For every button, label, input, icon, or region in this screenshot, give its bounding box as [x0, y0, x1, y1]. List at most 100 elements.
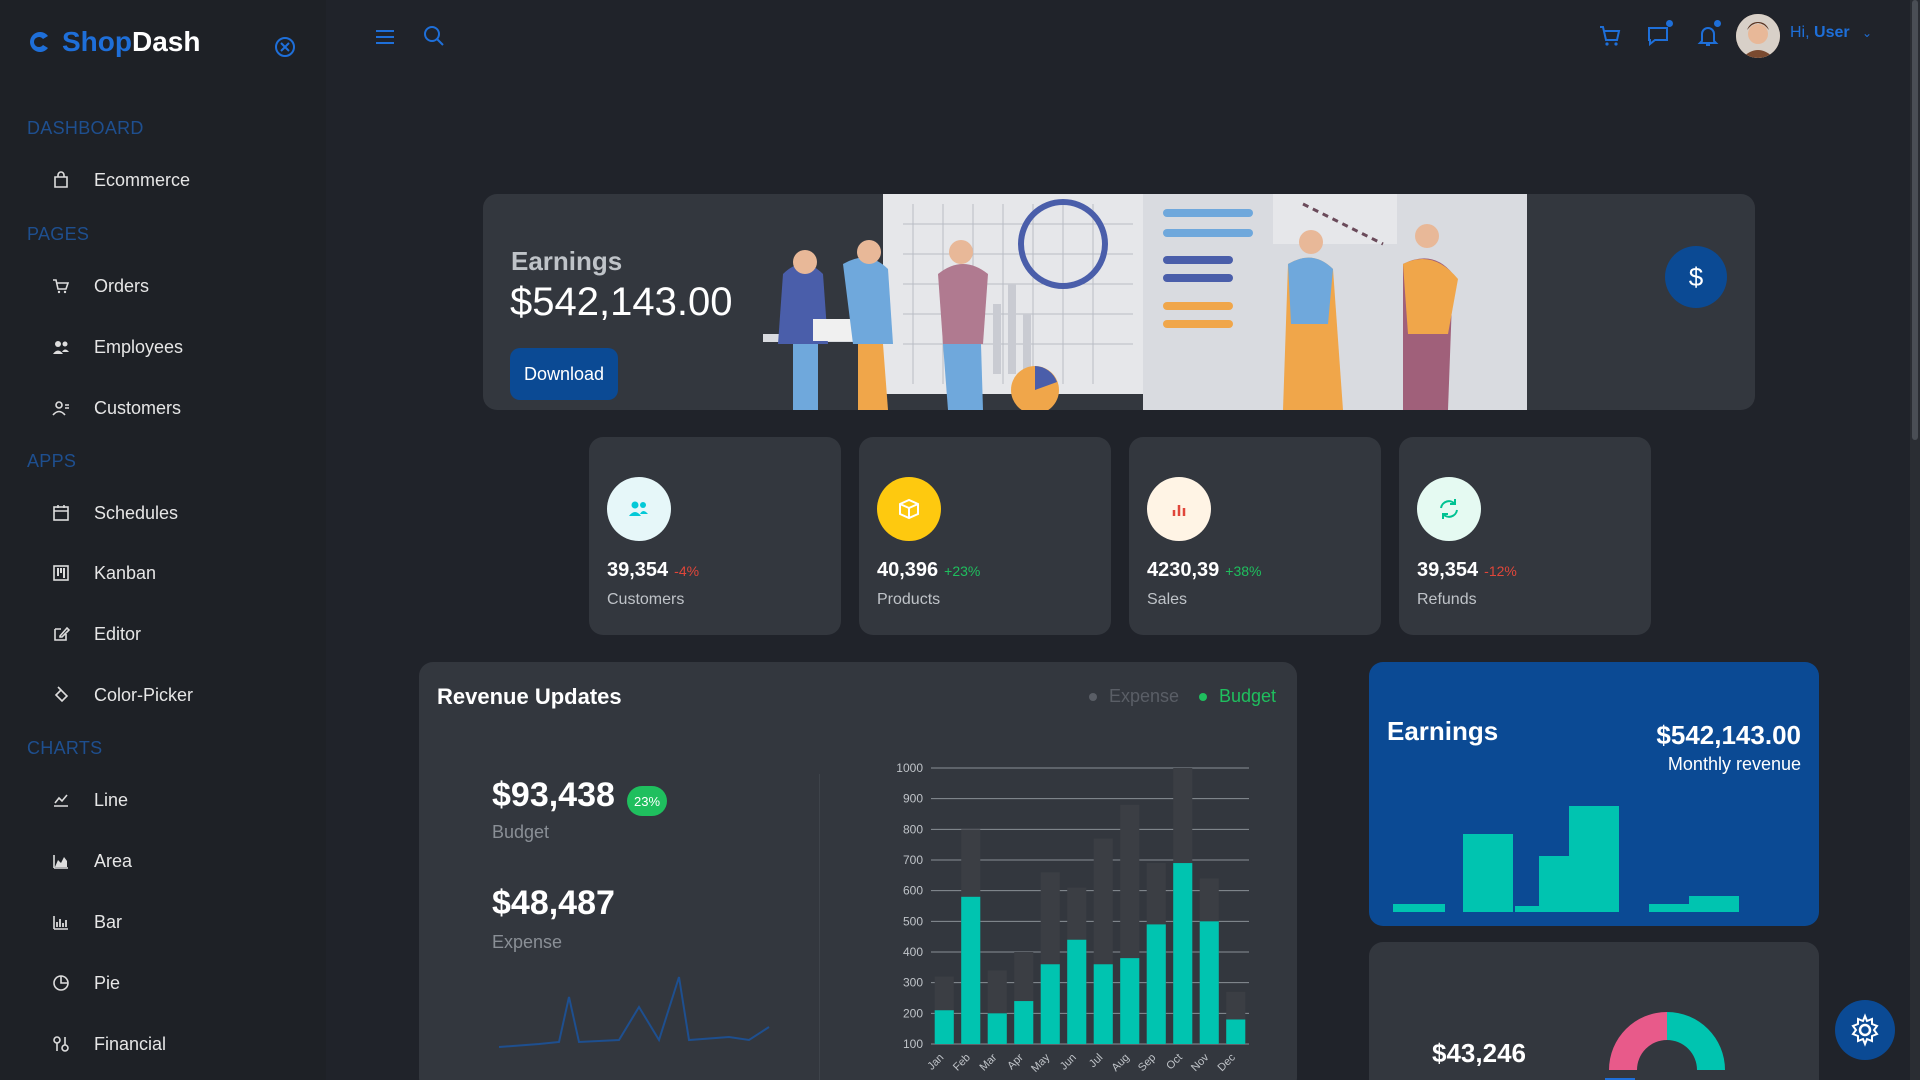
sidebar-item-label: Ecommerce [94, 169, 191, 190]
stat-number: 39,354 [1417, 559, 1479, 581]
x-tick-label: Jun [1058, 1052, 1079, 1073]
y-tick-label: 800 [903, 822, 923, 836]
earnings-card: Earnings $542,143.00 Monthly revenue [1369, 662, 1819, 926]
sidebar-item-ecommerce[interactable]: Ecommerce [52, 160, 190, 200]
people-icon [52, 338, 70, 356]
budget-dot [1199, 692, 1207, 701]
x-tick-label: Oct [1164, 1052, 1185, 1073]
sidebar-item-pie[interactable]: Pie [52, 963, 120, 1003]
earnings-banner: Earnings $542,143.00 Download $ [483, 194, 1755, 410]
scrollbar-thumb[interactable] [1912, 0, 1918, 440]
user-name: User [1814, 24, 1850, 41]
dollar-button[interactable]: $ [1665, 246, 1727, 308]
financial-icon [52, 1035, 70, 1053]
sidebar-item-label: Employees [94, 336, 184, 357]
bar-budget[interactable] [1120, 958, 1140, 1044]
shopping-bag-icon [52, 171, 70, 189]
color-bucket-icon [52, 686, 70, 704]
stat-change: +23% [944, 563, 981, 579]
sidebar-item-kanban[interactable]: Kanban [52, 553, 156, 593]
download-button[interactable]: Download [510, 348, 618, 400]
sidebar-item-line[interactable]: Line [52, 780, 128, 820]
greeting-prefix: Hi, [1790, 24, 1810, 41]
bar-chart-icon[interactable] [1147, 477, 1211, 541]
avatar[interactable] [1736, 14, 1780, 58]
sidebar-item-financial[interactable]: Financial [52, 1024, 166, 1064]
legend-expense[interactable]: Expense [1089, 686, 1179, 707]
sidebar-item-customers[interactable]: Customers [52, 388, 181, 428]
bar-budget[interactable] [1226, 1019, 1246, 1044]
stat-change: -4% [674, 563, 700, 579]
sidebar-item-orders[interactable]: Orders [52, 266, 149, 306]
bar-budget[interactable] [1040, 964, 1060, 1044]
expense-dot [1089, 692, 1097, 701]
sidebar-item-label: Pie [94, 972, 121, 993]
user-avatar-icon [1736, 14, 1780, 58]
bar-budget[interactable] [1173, 863, 1193, 1044]
bar-budget[interactable] [1146, 924, 1166, 1044]
stat-value: 40,396 +23% [877, 559, 980, 582]
pie-chart-icon [52, 974, 70, 992]
stat-label: Sales [1147, 591, 1188, 608]
x-tick-label: Apr [1005, 1051, 1026, 1072]
x-tick-label: Mar [977, 1051, 999, 1073]
stat-card-products: 40,396 +23% Products [859, 437, 1111, 635]
bar-budget[interactable] [1199, 921, 1219, 1044]
team-illustration [763, 194, 1527, 410]
pie-card: $43,246 [1369, 942, 1819, 1080]
app-logo[interactable]: ShopDash [26, 26, 200, 58]
legend-budget[interactable]: Budget [1199, 686, 1276, 707]
settings-button[interactable] [1835, 1000, 1895, 1060]
box-icon[interactable] [877, 477, 941, 541]
brand-dash: Dash [132, 26, 201, 57]
x-tick-label: Feb [951, 1052, 973, 1074]
search-icon[interactable] [423, 25, 445, 47]
stat-value: 39,354 -4% [607, 559, 699, 582]
sidebar-item-area[interactable]: Area [52, 841, 132, 881]
sidebar-item-label: Bar [94, 911, 123, 932]
sidebar-item-label: Area [94, 850, 133, 871]
close-sidebar-icon[interactable] [274, 36, 296, 58]
sidebar-item-employees[interactable]: Employees [52, 327, 183, 367]
bar-budget[interactable] [961, 896, 981, 1044]
earnings-card-title: Earnings [1387, 716, 1499, 746]
stat-number: 39,354 [607, 559, 669, 581]
bar-budget[interactable] [934, 1010, 954, 1044]
y-tick-label: 700 [903, 853, 923, 867]
sidebar-item-label: Schedules [94, 502, 179, 523]
people-icon[interactable] [607, 477, 671, 541]
y-tick-label: 500 [903, 914, 923, 928]
x-tick-label: Aug [1110, 1052, 1132, 1074]
chat-icon[interactable] [1646, 24, 1670, 48]
y-tick-label: 200 [903, 1006, 923, 1020]
stat-change: +38% [1225, 563, 1262, 579]
bar-budget[interactable] [1014, 1001, 1034, 1044]
chat-notification-dot [1666, 20, 1673, 27]
bar-budget[interactable] [1067, 939, 1087, 1044]
stat-label: Products [877, 591, 941, 608]
stat-number: 40,396 [877, 559, 939, 581]
sidebar-item-schedules[interactable]: Schedules [52, 493, 178, 533]
user-menu[interactable]: Hi, User ⌄ [1790, 24, 1872, 42]
y-tick-label: 400 [903, 945, 923, 959]
sidebar-item-color-picker[interactable]: Color-Picker [52, 675, 193, 715]
x-tick-label: Nov [1189, 1051, 1212, 1074]
area-chart-icon [52, 852, 70, 870]
kanban-icon [52, 564, 70, 582]
y-tick-label: 900 [903, 792, 923, 806]
budget-value: $93,438 [492, 776, 615, 814]
sparkline [499, 976, 770, 1048]
bell-icon[interactable] [1696, 24, 1720, 48]
brand-shop: Shop [62, 26, 132, 57]
sidebar-item-editor[interactable]: Editor [52, 614, 141, 654]
menu-icon[interactable] [374, 26, 396, 48]
refresh-icon[interactable] [1417, 477, 1481, 541]
sidebar-item-label: Kanban [94, 562, 157, 583]
earnings-mini-chart [1393, 806, 1739, 912]
bar-budget[interactable] [987, 1013, 1007, 1044]
cart-icon[interactable] [1598, 24, 1622, 48]
x-tick-label: May [1029, 1051, 1053, 1075]
sidebar-item-label: Orders [94, 275, 150, 296]
bar-budget[interactable] [1093, 964, 1113, 1044]
sidebar-item-bar[interactable]: Bar [52, 902, 122, 942]
